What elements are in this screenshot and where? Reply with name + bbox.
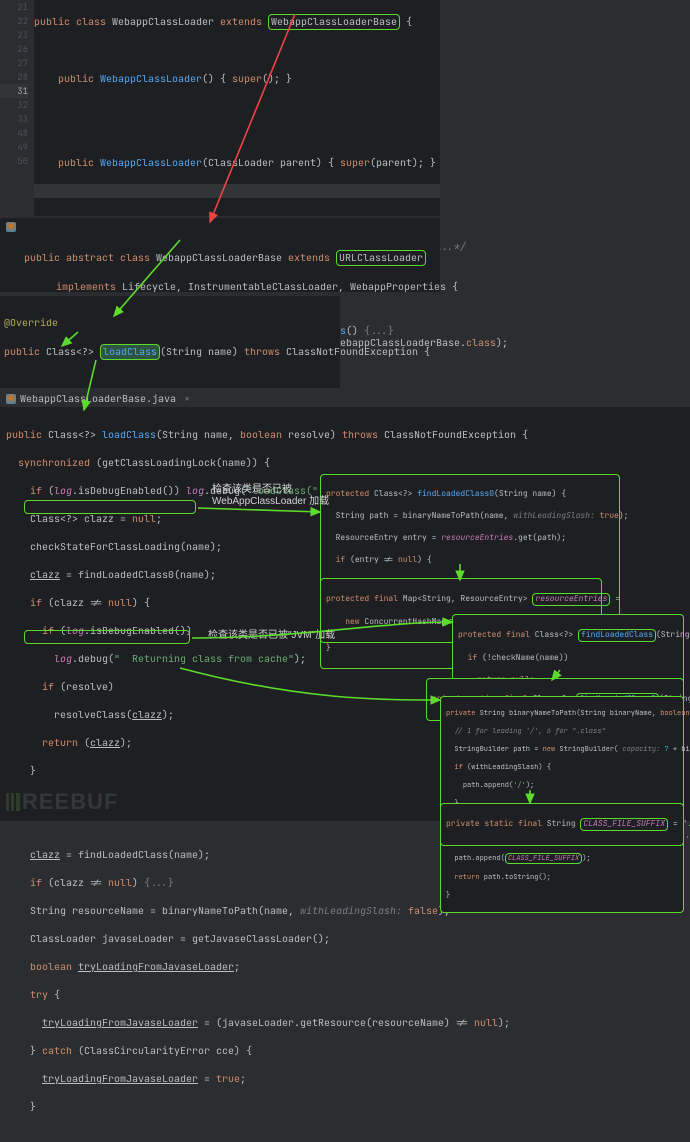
code-line[interactable]: public Class<?> loadClass(String name) t… bbox=[4, 344, 340, 360]
editor-pane-3: @Override public Class<?> loadClass(Stri… bbox=[0, 296, 340, 388]
code-line[interactable]: public Class<?> loadClass(String name, b… bbox=[6, 428, 690, 442]
line-gutter: 212223 262728 31 3233 484950 bbox=[0, 0, 34, 216]
code-line[interactable]: implements Lifecycle, InstrumentableClas… bbox=[4, 280, 440, 294]
editor-pane-1: 212223 262728 31 3233 484950 public clas… bbox=[0, 0, 440, 216]
code-line[interactable]: tryLoadingFromJavaseLoader = true; bbox=[6, 1072, 690, 1086]
code-line[interactable]: tryLoadingFromJavaseLoader = (javaseLoad… bbox=[6, 1016, 690, 1030]
code-line[interactable]: ClassLoader javaseLoader = getJavaseClas… bbox=[6, 932, 690, 946]
close-icon[interactable]: × bbox=[184, 392, 190, 405]
code-line[interactable]: public abstract class WebappClassLoaderB… bbox=[4, 246, 440, 266]
annotation-text-1: 检查该类是否已被 WebAppClassLoader 加载 bbox=[212, 484, 329, 508]
code-line[interactable]: } catch (ClassCircularityError cce) { bbox=[6, 1044, 690, 1058]
code-line[interactable]: try { bbox=[6, 988, 690, 1002]
java-file-icon bbox=[6, 222, 16, 232]
java-file-icon bbox=[6, 394, 16, 404]
code-line[interactable]: public WebappClassLoader() { super(); } bbox=[34, 72, 440, 86]
watermark: REEBUF bbox=[6, 789, 118, 815]
editor-pane-2: public abstract class WebappClassLoaderB… bbox=[0, 218, 440, 292]
annotation-text-2: 检查该类是否已被"JVM"加载 bbox=[208, 630, 335, 642]
code-line[interactable]: public WebappClassLoader(ClassLoader par… bbox=[34, 156, 440, 170]
editor-tab-bar[interactable]: WebappClassLoaderBase.java × bbox=[0, 390, 690, 408]
code-popup-6[interactable]: private static final String CLASS_FILE_S… bbox=[440, 803, 684, 846]
code-line[interactable]: boolean tryLoadingFromJavaseLoader; bbox=[6, 960, 690, 974]
code-line[interactable]: @Override bbox=[4, 310, 340, 330]
code-line[interactable]: } bbox=[6, 1100, 690, 1114]
tab-filename[interactable]: WebappClassLoaderBase.java bbox=[20, 392, 176, 405]
code-line[interactable]: synchronized (getClassLoadingLock(name))… bbox=[6, 456, 690, 470]
code-line[interactable]: public class WebappClassLoader extends W… bbox=[34, 14, 440, 30]
